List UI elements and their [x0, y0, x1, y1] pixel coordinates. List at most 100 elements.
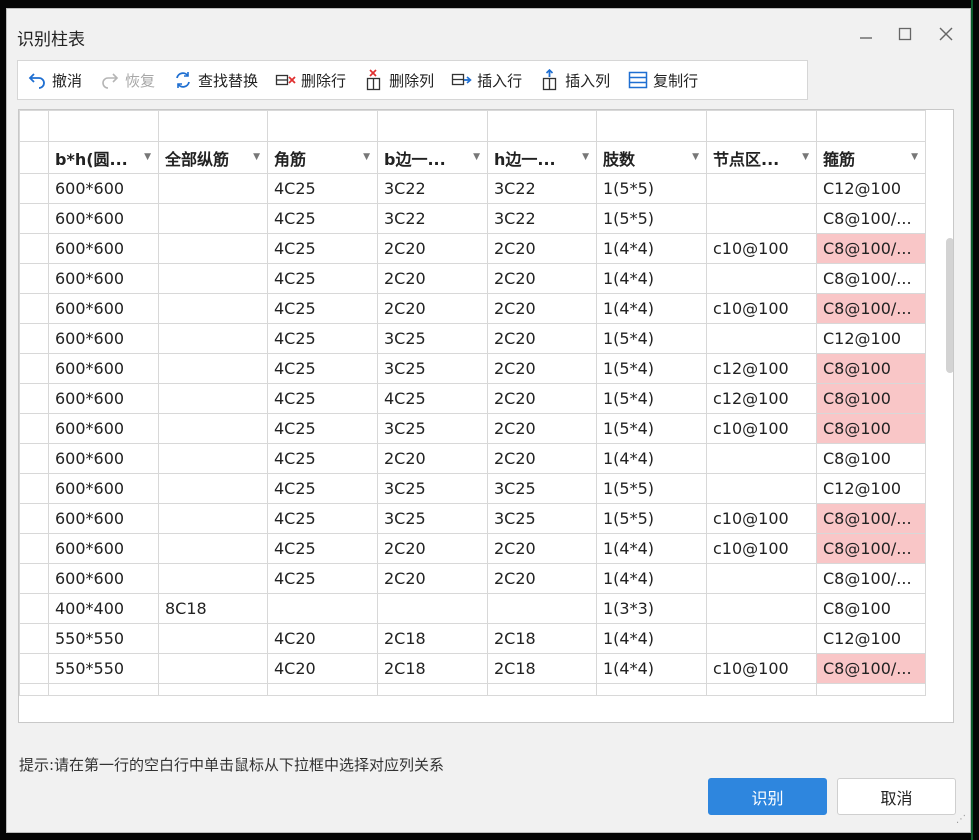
table-cell[interactable]: 1(4*4)	[596, 293, 707, 324]
mapping-cell[interactable]	[48, 110, 159, 142]
table-row[interactable]: 600*600 4C25 3C22 3C22 1(5*5) C12@100	[19, 173, 926, 204]
table-cell[interactable]: 4C25	[267, 293, 378, 324]
table-cell[interactable]: 3C25	[487, 473, 597, 504]
table-cell[interactable]	[158, 473, 268, 504]
table-cell[interactable]: 2C20	[487, 293, 597, 324]
table-cell[interactable]: C8@100	[816, 443, 926, 474]
table-cell[interactable]: 550*550	[48, 653, 159, 684]
delete-column-button[interactable]: 删除列	[355, 60, 443, 100]
table-cell[interactable]	[487, 593, 597, 624]
chevron-down-icon[interactable]: ▼	[802, 152, 809, 162]
column-header-dropdown[interactable]: b边一... ▼	[377, 141, 488, 174]
table-cell[interactable]: 1(4*4)	[596, 443, 707, 474]
insert-column-button[interactable]: 插入列	[531, 60, 619, 100]
table-cell[interactable]: 3C22	[487, 203, 597, 234]
table-cell[interactable]: 4C25	[267, 263, 378, 294]
table-cell[interactable]: 1(5*4)	[596, 353, 707, 384]
table-cell[interactable]: 2C20	[487, 323, 597, 354]
table-cell[interactable]: 4C25	[267, 413, 378, 444]
column-header-dropdown[interactable]: 角筋 ▼	[267, 141, 378, 174]
table-cell[interactable]: 2C20	[487, 443, 597, 474]
copy-row-button[interactable]: 复制行	[619, 60, 707, 100]
row-header-cell[interactable]	[19, 533, 49, 564]
table-row[interactable]: 600*600 4C25 2C20 2C20 1(4*4) c10@100 C8@100/.…	[19, 533, 926, 564]
table-cell[interactable]: 1(5*5)	[596, 503, 707, 534]
table-row[interactable]: 600*600 4C25 3C25 3C25 1(5*5) C12@100	[19, 473, 926, 504]
table-cell[interactable]: 1(5*4)	[596, 323, 707, 354]
table-cell[interactable]: 2C18	[487, 653, 597, 684]
table-cell[interactable]	[706, 473, 817, 504]
column-header-dropdown[interactable]: 全部纵筋 ▼	[158, 141, 268, 174]
table-cell[interactable]: C8@100	[816, 593, 926, 624]
table-cell[interactable]: 2C20	[487, 563, 597, 594]
table-cell[interactable]: 2C20	[487, 263, 597, 294]
table-cell[interactable]: C8@100	[816, 383, 926, 414]
table-cell[interactable]: 4C25	[267, 443, 378, 474]
table-row[interactable]: 600*600 4C25 2C20 2C20 1(4*4) C8@100/...	[19, 563, 926, 594]
row-header-cell[interactable]	[19, 563, 49, 594]
table-cell[interactable]: 3C22	[377, 173, 488, 204]
table-cell[interactable]: 1(4*4)	[596, 263, 707, 294]
table-cell[interactable]	[158, 383, 268, 414]
recognize-button[interactable]: 识别	[708, 778, 827, 815]
table-cell[interactable]: 3C25	[377, 413, 488, 444]
table-cell[interactable]	[706, 443, 817, 474]
table-cell[interactable]: 1(5*5)	[596, 203, 707, 234]
table-cell[interactable]: 4C25	[267, 533, 378, 564]
table-cell[interactable]: 2C20	[377, 443, 488, 474]
table-cell[interactable]	[158, 563, 268, 594]
vertical-scrollbar[interactable]	[946, 238, 953, 373]
table-cell[interactable]: 600*600	[48, 233, 159, 264]
row-header-cell[interactable]	[19, 383, 49, 414]
mapping-cell[interactable]	[816, 110, 926, 142]
table-cell[interactable]: c12@100	[706, 383, 817, 414]
table-cell[interactable]	[158, 653, 268, 684]
table-row[interactable]: 600*600 4C25 3C25 2C20 1(5*4) c12@100 C8@100	[19, 353, 926, 384]
table-cell[interactable]: C8@100/...	[816, 533, 926, 564]
chevron-down-icon[interactable]: ▼	[692, 152, 699, 162]
table-cell[interactable]: 4C25	[267, 233, 378, 264]
row-header-cell[interactable]	[19, 443, 49, 474]
table-cell[interactable]: 600*600	[48, 443, 159, 474]
table-cell[interactable]: 4C25	[267, 563, 378, 594]
resize-grip-icon[interactable]: ⋰	[956, 814, 968, 826]
table-cell[interactable]: 2C18	[377, 653, 488, 684]
table-cell[interactable]: c10@100	[706, 533, 817, 564]
table-cell[interactable]: c10@100	[706, 653, 817, 684]
table-cell[interactable]	[158, 413, 268, 444]
table-cell[interactable]	[158, 353, 268, 384]
undo-button[interactable]: 撤消	[18, 60, 91, 100]
table-cell[interactable]: 2C20	[487, 353, 597, 384]
table-cell[interactable]: C12@100	[816, 623, 926, 654]
row-header-cell[interactable]	[19, 173, 49, 204]
table-cell[interactable]: 2C20	[377, 563, 488, 594]
cancel-button[interactable]: 取消	[837, 778, 956, 815]
table-cell[interactable]: C8@100/...	[816, 563, 926, 594]
table-cell[interactable]: c12@100	[706, 353, 817, 384]
table-cell[interactable]: C8@100/...	[816, 503, 926, 534]
table-cell[interactable]: 1(5*5)	[596, 473, 707, 504]
table-cell[interactable]	[596, 683, 707, 696]
table-cell[interactable]: C8@100/...	[816, 233, 926, 264]
table-cell[interactable]	[706, 683, 817, 696]
table-row[interactable]	[19, 683, 926, 696]
table-cell[interactable]: 2C20	[487, 533, 597, 564]
table-cell[interactable]: 1(5*5)	[596, 173, 707, 204]
table-cell[interactable]: 1(5*4)	[596, 383, 707, 414]
row-header-cell[interactable]	[19, 263, 49, 294]
chevron-down-icon[interactable]: ▼	[911, 152, 918, 162]
table-cell[interactable]: 1(3*3)	[596, 593, 707, 624]
table-cell[interactable]: 2C20	[377, 233, 488, 264]
table-cell[interactable]: 3C25	[487, 503, 597, 534]
table-cell[interactable]: 4C25	[267, 383, 378, 414]
table-cell[interactable]: 2C20	[377, 263, 488, 294]
table-cell[interactable]: 1(4*4)	[596, 233, 707, 264]
column-header-dropdown[interactable]: h边一... ▼	[487, 141, 597, 174]
mapping-cell[interactable]	[377, 110, 488, 142]
table-cell[interactable]: 400*400	[48, 593, 159, 624]
find-replace-button[interactable]: 查找替换	[164, 60, 267, 100]
table-row[interactable]: 600*600 4C25 2C20 2C20 1(4*4) C8@100/...	[19, 263, 926, 294]
table-cell[interactable]	[158, 623, 268, 654]
table-cell[interactable]	[487, 683, 597, 696]
table-cell[interactable]	[158, 683, 268, 696]
